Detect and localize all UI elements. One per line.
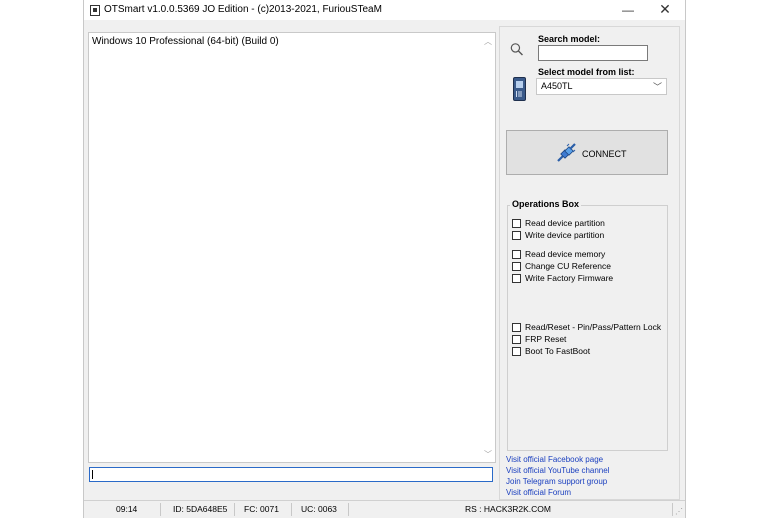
- checkbox[interactable]: [512, 231, 521, 240]
- close-button[interactable]: ✕: [650, 0, 680, 19]
- op-label: Read device memory: [525, 249, 606, 259]
- status-divider: [160, 503, 161, 516]
- phone-icon: [513, 77, 526, 101]
- plug-connect-icon: [557, 143, 576, 162]
- op-label: Write Factory Firmware: [525, 273, 614, 283]
- search-model-input[interactable]: [538, 45, 648, 61]
- status-time: 09:14: [116, 504, 138, 514]
- status-rs: RS : HACK3R2K.COM: [465, 504, 551, 514]
- op-label: Read device partition: [525, 218, 605, 228]
- op-label: Write device partition: [525, 230, 605, 240]
- status-id: ID: 5DA648E5: [173, 504, 228, 514]
- status-bar: 09:14 ID: 5DA648E5 FC: 0071 UC: 0063 RS …: [84, 500, 685, 518]
- checkbox[interactable]: [512, 347, 521, 356]
- op-label: Read/Reset - Pin/Pass/Pattern Lock: [525, 322, 662, 332]
- model-select[interactable]: A450TL ﹀: [536, 78, 667, 95]
- checkbox[interactable]: [512, 274, 521, 283]
- connect-button[interactable]: CONNECT: [506, 130, 668, 175]
- scroll-up-icon[interactable]: ︿: [484, 36, 492, 47]
- command-input[interactable]: [89, 467, 493, 482]
- resize-grip-icon[interactable]: ⋰: [675, 507, 683, 516]
- op-label: FRP Reset: [525, 334, 567, 344]
- op-label: Change CU Reference: [525, 261, 611, 271]
- text-caret: [92, 470, 93, 479]
- window-title: OTSmart v1.0.0.5369 JO Edition - (c)2013…: [104, 4, 382, 15]
- checkbox[interactable]: [512, 250, 521, 259]
- checkbox[interactable]: [512, 219, 521, 228]
- connect-label: CONNECT: [582, 149, 627, 159]
- app-icon: [90, 5, 100, 16]
- scroll-down-icon[interactable]: ﹀: [484, 449, 492, 460]
- checkbox[interactable]: [512, 262, 521, 271]
- minimize-button[interactable]: —: [613, 1, 643, 19]
- checkbox[interactable]: [512, 323, 521, 332]
- status-divider: [291, 503, 292, 516]
- checkbox[interactable]: [512, 335, 521, 344]
- status-divider: [348, 503, 349, 516]
- link-forum[interactable]: Visit official Forum: [506, 488, 571, 497]
- link-telegram[interactable]: Join Telegram support group: [506, 477, 607, 486]
- log-line: Windows 10 Professional (64-bit) (Build …: [92, 36, 279, 47]
- status-divider: [672, 503, 673, 516]
- search-model-label: Search model:: [538, 34, 601, 44]
- op-label: Boot To FastBoot: [525, 346, 591, 356]
- link-youtube[interactable]: Visit official YouTube channel: [506, 466, 609, 475]
- status-uc: UC: 0063: [301, 504, 337, 514]
- chevron-down-icon: ﹀: [652, 82, 662, 92]
- select-model-label: Select model from list:: [538, 67, 635, 77]
- status-divider: [234, 503, 235, 516]
- search-icon: [510, 43, 523, 56]
- status-fc: FC: 0071: [244, 504, 279, 514]
- link-facebook[interactable]: Visit official Facebook page: [506, 455, 603, 464]
- log-output[interactable]: Windows 10 Professional (64-bit) (Build …: [88, 32, 496, 463]
- title-bar[interactable]: OTSmart v1.0.0.5369 JO Edition - (c)2013…: [84, 0, 685, 20]
- operations-box-title: Operations Box: [510, 199, 582, 209]
- model-select-value: A450TL: [541, 81, 573, 91]
